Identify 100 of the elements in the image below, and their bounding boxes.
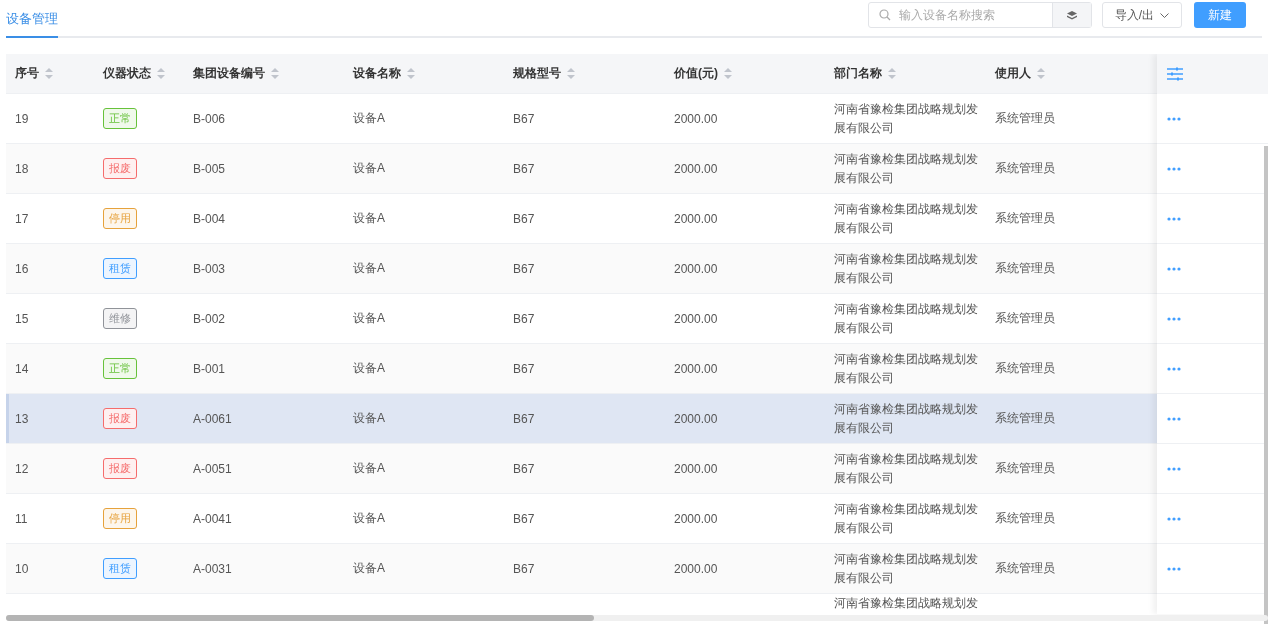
sort-icon[interactable] (1037, 68, 1045, 79)
search-icon (878, 9, 891, 21)
column-settings-icon[interactable] (1167, 67, 1183, 81)
search-box[interactable]: 输入设备名称搜索 (867, 2, 1092, 28)
more-icon[interactable] (1167, 516, 1181, 521)
table-cell: 2000.00 (674, 261, 718, 276)
table-cell: 设备A (353, 411, 385, 425)
column-header: 仪器状态 (103, 65, 151, 82)
table-cell-text: 河南省豫检集团战略规划发展有限公司 (834, 500, 979, 537)
status-tag: 报废 (103, 158, 137, 179)
table-cell: 15 (15, 311, 29, 326)
table-cell-text: 河南省豫检集团战略规划发展有限公司 (834, 250, 979, 287)
table-cell: 2000.00 (674, 411, 718, 426)
column-header: 集团设备编号 (193, 65, 265, 82)
table-cell: 12 (15, 461, 29, 476)
table-cell: 系统管理员 (995, 161, 1055, 175)
table-cell: B67 (513, 511, 535, 526)
tab[interactable]: 设备管理 (6, 0, 58, 38)
status-tag: 租赁 (103, 258, 137, 279)
table-cell-text: 河南省豫检集团战略规划发展有限公司 (834, 200, 979, 237)
status-tag: 正常 (103, 108, 137, 129)
table-cell: B67 (513, 261, 535, 276)
sort-icon[interactable] (45, 68, 53, 79)
table-cell-text: 河南省豫检集团战略规划发展有限公司 (834, 400, 979, 437)
more-icon[interactable] (1167, 316, 1181, 321)
chevron-down-icon (1160, 12, 1169, 18)
table-cell: 系统管理员 (995, 111, 1055, 125)
more-icon[interactable] (1167, 116, 1181, 121)
table-cell: B-002 (193, 311, 226, 326)
table-cell-text: 河南省豫检集团战略规划发展有限公司 (834, 450, 979, 487)
table-cell: B-001 (193, 361, 226, 376)
table-cell: 设备A (353, 211, 385, 225)
table-cell: B67 (513, 111, 535, 126)
table-cell: B67 (513, 361, 535, 376)
table-cell-text: 河南省豫检集团战略规划发展有限公司 (834, 350, 979, 387)
import-export-dropdown[interactable]: 导入/出 (1101, 2, 1182, 28)
more-icon[interactable] (1167, 266, 1181, 271)
table-cell-text: 河南省豫检集团战略规划发展有限公司 (834, 300, 979, 337)
table-cell: B-004 (193, 211, 226, 226)
table-cell: 系统管理员 (995, 411, 1055, 425)
sort-icon[interactable] (724, 68, 732, 79)
table-cell-text: 河南省豫检集团战略规划发展有限公司 (834, 100, 979, 137)
table-cell: 2000.00 (674, 161, 718, 176)
sort-icon[interactable] (888, 68, 896, 79)
column-header: 规格型号 (513, 65, 561, 82)
more-icon[interactable] (1167, 566, 1181, 571)
status-tag: 停用 (103, 508, 137, 529)
table-cell: 系统管理员 (995, 311, 1055, 325)
more-icon[interactable] (1167, 216, 1181, 221)
table-cell: B67 (513, 211, 535, 226)
sort-icon[interactable] (567, 68, 575, 79)
status-tag: 租赁 (103, 558, 137, 579)
column-header: 部门名称 (834, 65, 882, 82)
table-cell: B67 (513, 161, 535, 176)
table-cell: 2000.00 (674, 461, 718, 476)
table-cell: 2000.00 (674, 561, 718, 576)
table-cell: 2000.00 (674, 511, 718, 526)
table-cell: B67 (513, 461, 535, 476)
table-cell: 系统管理员 (995, 261, 1055, 275)
table-cell: 系统管理员 (995, 561, 1055, 575)
table-cell: 系统管理员 (995, 461, 1055, 475)
table-cell: A-0031 (193, 561, 232, 576)
table-cell: B-003 (193, 261, 226, 276)
more-icon[interactable] (1167, 466, 1181, 471)
sort-icon[interactable] (271, 68, 279, 79)
search-button[interactable] (1051, 3, 1091, 27)
status-tag: 正常 (103, 358, 137, 379)
table-cell: 11 (15, 511, 28, 526)
table-cell: 19 (15, 111, 29, 126)
column-header: 使用人 (995, 65, 1031, 82)
table-cell: 10 (15, 561, 29, 576)
more-icon[interactable] (1167, 166, 1181, 171)
more-icon[interactable] (1167, 416, 1181, 421)
table-cell: 2000.00 (674, 211, 718, 226)
table-cell-text: 河南省豫检集团战略规划发 (834, 595, 979, 612)
table-cell: 设备A (353, 311, 385, 325)
status-tag: 停用 (103, 208, 137, 229)
table-cell: A-0041 (193, 511, 232, 526)
new-button[interactable]: 新建 (1194, 2, 1246, 28)
column-header: 价值(元) (674, 65, 718, 82)
table-cell: 2000.00 (674, 311, 718, 326)
table-cell: 设备A (353, 111, 385, 125)
sort-icon[interactable] (157, 68, 165, 79)
more-icon[interactable] (1167, 366, 1181, 371)
stack-icon (1066, 10, 1077, 20)
table-cell: 设备A (353, 261, 385, 275)
table-cell: 14 (15, 361, 29, 376)
table-cell: 设备A (353, 161, 385, 175)
sort-icon[interactable] (407, 68, 415, 79)
status-tag: 报废 (103, 408, 137, 429)
table-cell: 系统管理员 (995, 211, 1055, 225)
table-cell: A-0051 (193, 461, 232, 476)
table-cell: 设备A (353, 361, 385, 375)
table-cell: 13 (15, 411, 29, 426)
table-cell: B67 (513, 311, 535, 326)
scrollbar[interactable] (6, 615, 594, 621)
table-cell: 2000.00 (674, 111, 718, 126)
scrollbar[interactable] (1264, 146, 1268, 624)
table-cell: 设备A (353, 561, 385, 575)
table-cell: 设备A (353, 511, 385, 525)
